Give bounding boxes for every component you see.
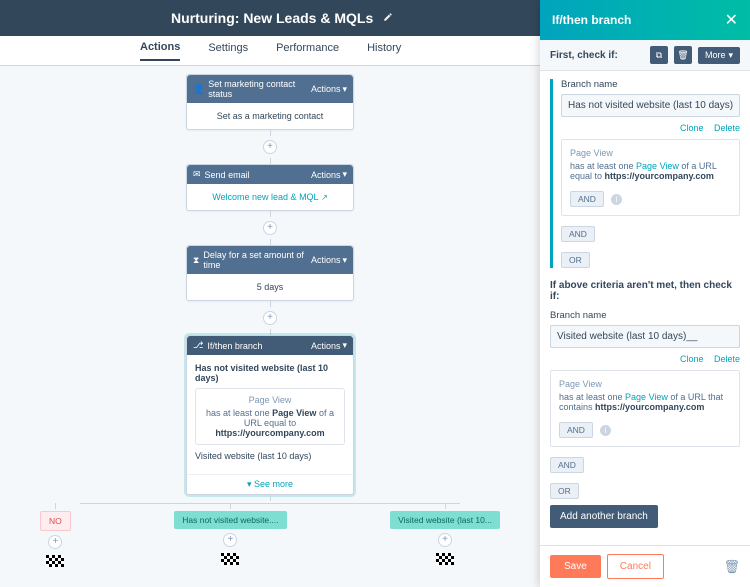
node-send-email[interactable]: ✉Send email Actions ▾ Welcome new lead &… bbox=[186, 164, 354, 211]
goal-icon bbox=[436, 553, 454, 565]
panel-footer: Save Cancel 🗑 bbox=[540, 545, 750, 587]
branch-name-label: Branch name bbox=[550, 310, 740, 321]
close-icon[interactable]: ✕ bbox=[725, 10, 738, 30]
and-chip[interactable]: AND bbox=[550, 457, 584, 473]
side-panel: If/then branch ✕ First, check if: ⧉ 🗑 Mo… bbox=[540, 0, 750, 587]
branch-name: Has not visited website (last 10 days) bbox=[195, 363, 345, 383]
person-icon: 👤 bbox=[193, 84, 204, 95]
add-step-button[interactable]: + bbox=[223, 533, 237, 547]
trash-icon[interactable]: 🗑 bbox=[723, 559, 740, 575]
page-title: Nurturing: New Leads & MQLs bbox=[171, 10, 373, 26]
node-actions-menu[interactable]: Actions ▾ bbox=[311, 255, 347, 266]
branch-1: Has not visited website.... + bbox=[174, 505, 286, 567]
node-body: 5 days bbox=[187, 274, 353, 300]
branch-name-input[interactable] bbox=[561, 94, 740, 117]
tab-actions[interactable]: Actions bbox=[140, 41, 180, 61]
add-step-button[interactable]: + bbox=[263, 221, 277, 235]
or-chip[interactable]: OR bbox=[550, 483, 579, 499]
save-button[interactable]: Save bbox=[550, 555, 601, 578]
branch-name: Visited website (last 10 days) bbox=[195, 451, 345, 461]
branch-pill[interactable]: Has not visited website.... bbox=[174, 511, 286, 529]
add-step-button[interactable]: + bbox=[48, 535, 62, 549]
node-if-then[interactable]: ⎇If/then branch Actions ▾ Has not visite… bbox=[186, 335, 354, 495]
second-check-label: If above criteria aren't met, then check… bbox=[550, 280, 740, 302]
copy-icon[interactable]: ⧉ bbox=[650, 46, 668, 64]
goal-icon bbox=[221, 553, 239, 565]
node-set-contact-status[interactable]: 👤Set marketing contact status Actions ▾ … bbox=[186, 74, 354, 130]
criteria-box[interactable]: Page View has at least one Page View of … bbox=[550, 370, 740, 447]
tab-settings[interactable]: Settings bbox=[208, 42, 248, 60]
edit-title-icon[interactable] bbox=[383, 11, 393, 25]
node-body: Set as a marketing contact bbox=[187, 103, 353, 129]
email-icon: ✉ bbox=[193, 169, 201, 180]
panel-header: If/then branch ✕ bbox=[540, 0, 750, 40]
more-menu[interactable]: More ▾ bbox=[698, 47, 740, 64]
workflow-canvas: 👤Set marketing contact status Actions ▾ … bbox=[0, 66, 540, 587]
and-chip[interactable]: AND bbox=[559, 422, 593, 438]
info-icon[interactable]: i bbox=[600, 425, 611, 436]
add-step-button[interactable]: + bbox=[438, 533, 452, 547]
goal-icon bbox=[46, 555, 64, 567]
branch-icon: ⎇ bbox=[193, 340, 203, 351]
add-branch-button[interactable]: Add another branch bbox=[550, 505, 658, 528]
tab-history[interactable]: History bbox=[367, 42, 401, 60]
panel-title: If/then branch bbox=[552, 13, 631, 27]
see-more-link[interactable]: ▾ See more bbox=[187, 474, 353, 494]
first-check-label: First, check if: bbox=[550, 50, 618, 61]
hourglass-icon: ⧗ bbox=[193, 255, 199, 266]
branch-2: Visited website (last 10... + bbox=[390, 505, 500, 567]
and-chip[interactable]: AND bbox=[561, 226, 595, 242]
cancel-button[interactable]: Cancel bbox=[607, 554, 664, 579]
branch-2-section: Branch name Clone Delete Page View has a… bbox=[550, 310, 740, 499]
add-step-button[interactable]: + bbox=[263, 311, 277, 325]
delete-link[interactable]: Delete bbox=[714, 123, 740, 133]
email-link[interactable]: Welcome new lead & MQL bbox=[212, 192, 318, 202]
branch-name-input[interactable] bbox=[550, 325, 740, 348]
criteria-box[interactable]: Page View has at least one Page View of … bbox=[561, 139, 740, 216]
node-actions-menu[interactable]: Actions ▾ bbox=[311, 340, 347, 351]
clone-link[interactable]: Clone bbox=[680, 123, 704, 133]
branch-name-label: Branch name bbox=[561, 79, 740, 90]
node-actions-menu[interactable]: Actions ▾ bbox=[311, 169, 347, 180]
and-chip[interactable]: AND bbox=[570, 191, 604, 207]
clone-link[interactable]: Clone bbox=[680, 354, 704, 364]
branch-pill[interactable]: Visited website (last 10... bbox=[390, 511, 500, 529]
tab-performance[interactable]: Performance bbox=[276, 42, 339, 60]
delete-icon[interactable]: 🗑 bbox=[674, 46, 692, 64]
node-actions-menu[interactable]: Actions ▾ bbox=[311, 84, 347, 95]
external-link-icon[interactable]: ↗ bbox=[321, 193, 328, 202]
branch-pill-no[interactable]: NO bbox=[40, 511, 71, 531]
info-icon[interactable]: i bbox=[611, 194, 622, 205]
branch-1-section: Branch name Clone Delete Page View has a… bbox=[550, 79, 740, 268]
node-delay[interactable]: ⧗Delay for a set amount of time Actions … bbox=[186, 245, 354, 301]
delete-link[interactable]: Delete bbox=[714, 354, 740, 364]
or-chip[interactable]: OR bbox=[561, 252, 590, 268]
add-step-button[interactable]: + bbox=[263, 140, 277, 154]
criteria-box: Page View has at least one Page View of … bbox=[195, 388, 345, 445]
branch-row: NO + Has not visited website.... + Visit… bbox=[40, 505, 500, 567]
branch-no: NO + bbox=[40, 505, 71, 567]
